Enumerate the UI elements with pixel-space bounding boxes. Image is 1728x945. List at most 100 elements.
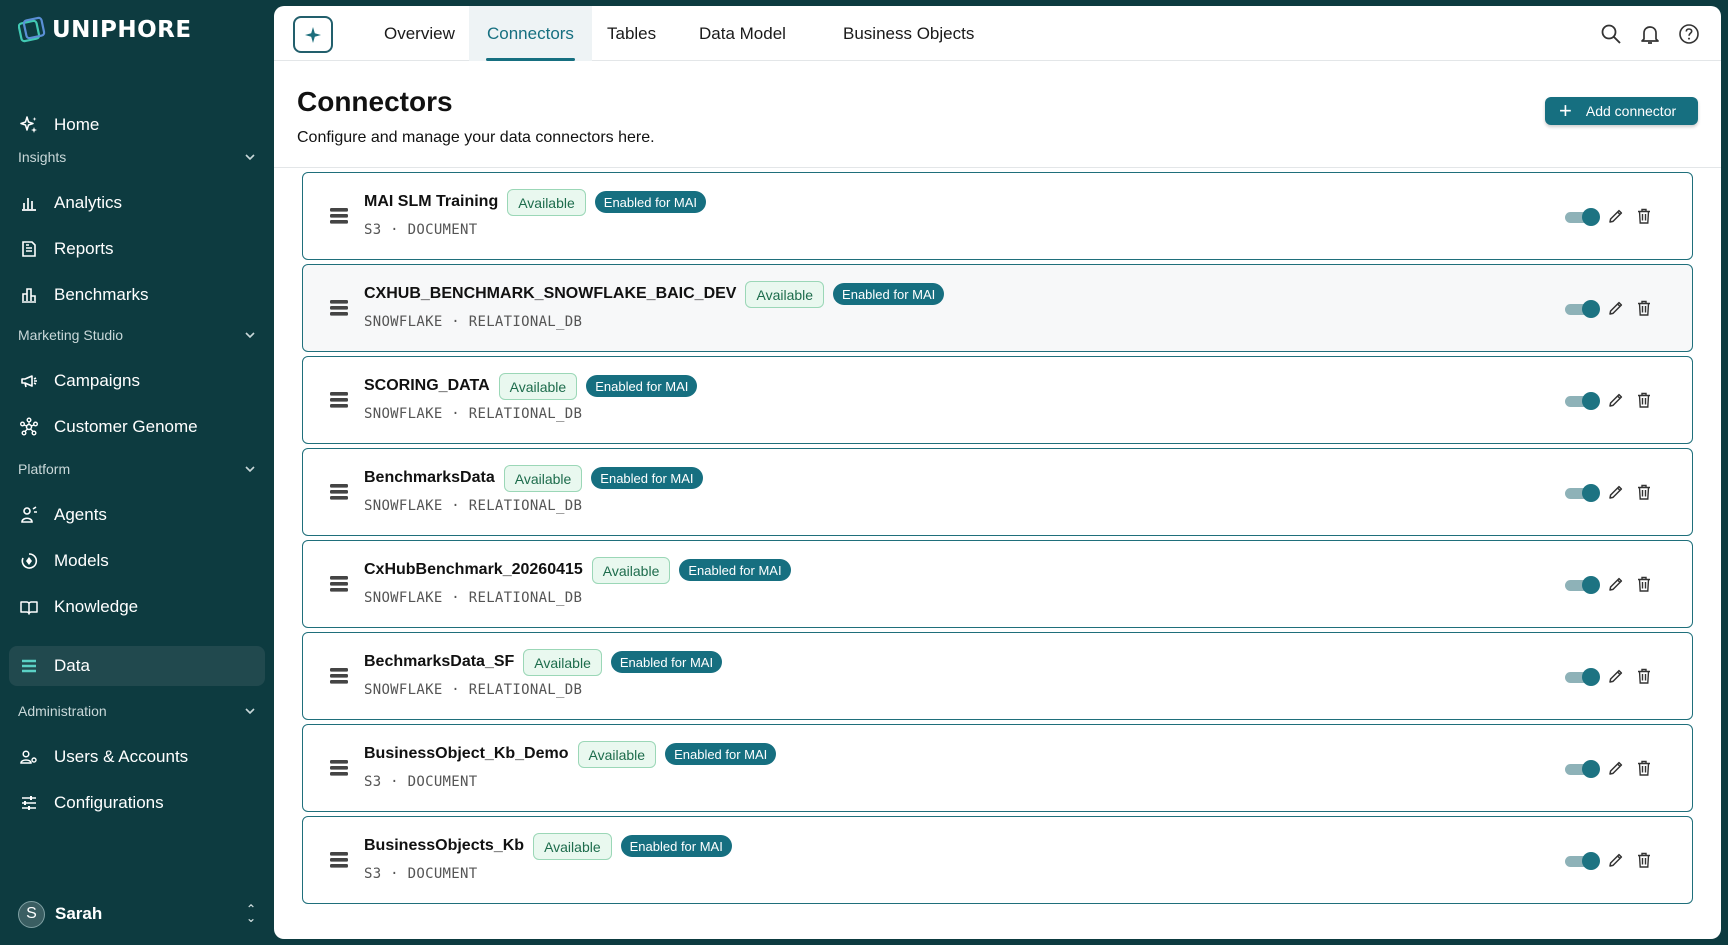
connector-card[interactable]: BusinessObject_Kb_Demo Available Enabled… — [302, 724, 1693, 812]
connector-name: SCORING_DATA — [364, 377, 490, 394]
tab-connectors[interactable]: Connectors — [469, 6, 592, 61]
connector-badges: Available Enabled for MAI — [591, 557, 791, 584]
edit-icon[interactable] — [1608, 852, 1624, 868]
edit-icon[interactable] — [1608, 668, 1624, 684]
page-header: Connectors Configure and manage your dat… — [274, 62, 1721, 168]
bell-icon[interactable] — [1638, 22, 1662, 46]
connector-meta: SNOWFLAKE · RELATIONAL_DB — [364, 406, 583, 422]
trash-icon[interactable] — [1637, 392, 1651, 408]
connector-meta: SNOWFLAKE · RELATIONAL_DB — [364, 682, 583, 698]
database-icon — [330, 484, 348, 500]
connector-badges: Available Enabled for MAI — [498, 373, 698, 400]
status-badge-available: Available — [745, 281, 825, 308]
edit-icon[interactable] — [1608, 208, 1624, 224]
button-label: Add connector — [1585, 103, 1677, 119]
connector-enable-toggle[interactable] — [1565, 760, 1600, 778]
edit-icon[interactable] — [1608, 576, 1624, 592]
megaphone-icon — [19, 371, 39, 391]
sidebar-item-models[interactable]: Models — [9, 541, 265, 581]
trash-icon[interactable] — [1637, 300, 1651, 316]
connector-card[interactable]: CxHubBenchmark_20260415 Available Enable… — [302, 540, 1693, 628]
edit-icon[interactable] — [1608, 484, 1624, 500]
sidebar-item-label: Benchmarks — [54, 285, 149, 304]
connector-card[interactable]: BenchmarksData Available Enabled for MAI… — [302, 448, 1693, 536]
connector-badges: Available Enabled for MAI — [507, 189, 706, 216]
ai-assistant-button[interactable] — [293, 16, 333, 53]
sidebar: UNIPHORE Home Insights Analytics Reports… — [0, 0, 273, 945]
sidebar-item-reports[interactable]: Reports — [9, 229, 265, 269]
edit-icon[interactable] — [1608, 760, 1624, 776]
user-menu[interactable]: S Sarah ⌃ ⌄ — [18, 900, 256, 928]
sidebar-item-customer-genome[interactable]: Customer Genome — [9, 407, 265, 447]
trash-icon[interactable] — [1637, 852, 1651, 868]
sidebar-item-benchmarks[interactable]: Benchmarks — [9, 275, 265, 315]
connector-card[interactable]: BusinessObjects_Kb Available Enabled for… — [302, 816, 1693, 904]
connector-name: BenchmarksData — [364, 469, 495, 486]
connector-enable-toggle[interactable] — [1565, 208, 1600, 226]
status-badge-available: Available — [507, 189, 586, 216]
tab-tables[interactable]: Tables — [592, 6, 671, 61]
status-badge-mai: Enabled for MAI — [833, 283, 945, 305]
trash-icon[interactable] — [1637, 484, 1651, 500]
section-marketing-studio[interactable]: Marketing Studio — [18, 323, 256, 347]
status-badge-available: Available — [577, 741, 657, 768]
connector-name: CxHubBenchmark_20260415 — [364, 561, 583, 578]
sidebar-item-home[interactable]: Home — [9, 105, 265, 145]
sidebar-item-data[interactable]: Data — [9, 646, 265, 686]
section-platform[interactable]: Platform — [18, 457, 256, 481]
sidebar-item-knowledge[interactable]: Knowledge — [9, 587, 265, 627]
connector-enable-toggle[interactable] — [1565, 300, 1600, 318]
tab-overview[interactable]: Overview — [369, 6, 470, 61]
connector-card[interactable]: CXHUB_BENCHMARK_SNOWFLAKE_BAIC_DEV Avail… — [302, 264, 1693, 352]
tab-label: Tables — [607, 23, 657, 43]
sidebar-item-analytics[interactable]: Analytics — [9, 183, 265, 223]
chevron-down-icon — [245, 332, 255, 339]
tab-label: Connectors — [487, 23, 574, 43]
section-administration[interactable]: Administration — [18, 699, 256, 723]
section-insights[interactable]: Insights — [18, 145, 256, 169]
sidebar-item-label: Analytics — [54, 193, 123, 212]
connector-card[interactable]: SCORING_DATA Available Enabled for MAI S… — [302, 356, 1693, 444]
help-icon[interactable] — [1677, 22, 1701, 46]
sidebar-item-campaigns[interactable]: Campaigns — [9, 361, 265, 401]
status-badge-mai: Enabled for MAI — [586, 375, 698, 397]
connector-card[interactable]: MAI SLM Training Available Enabled for M… — [302, 172, 1693, 260]
status-badge-available: Available — [498, 373, 578, 400]
database-list-icon — [19, 656, 39, 676]
tab-data-model[interactable]: Data Model — [684, 6, 801, 61]
sidebar-item-label: Agents — [54, 505, 107, 524]
connector-name: BusinessObjects_Kb — [364, 837, 525, 854]
database-icon — [330, 760, 348, 776]
trash-icon[interactable] — [1637, 760, 1651, 776]
main-panel: Overview Connectors Tables Data Model Bu… — [274, 6, 1721, 939]
connector-meta: SNOWFLAKE · RELATIONAL_DB — [364, 590, 583, 606]
status-badge-available: Available — [503, 465, 583, 492]
connector-enable-toggle[interactable] — [1565, 576, 1600, 594]
tab-business-objects[interactable]: Business Objects — [828, 6, 989, 61]
chevron-down-icon — [245, 466, 255, 473]
connector-card[interactable]: BechmarksData_SF Available Enabled for M… — [302, 632, 1693, 720]
connector-enable-toggle[interactable] — [1565, 484, 1600, 502]
sidebar-item-users-accounts[interactable]: Users & Accounts — [9, 737, 265, 777]
add-connector-button[interactable]: + Add connector — [1545, 97, 1698, 125]
connector-enable-toggle[interactable] — [1565, 392, 1600, 410]
sidebar-item-label: Models — [54, 551, 109, 570]
edit-icon[interactable] — [1608, 300, 1624, 316]
status-badge-mai: Enabled for MAI — [679, 559, 791, 581]
sidebar-item-configurations[interactable]: Configurations — [9, 783, 265, 823]
connector-enable-toggle[interactable] — [1565, 668, 1600, 686]
database-icon — [330, 208, 348, 224]
report-icon — [19, 239, 39, 259]
brand-logo[interactable]: UNIPHORE — [18, 14, 192, 46]
connector-name: BusinessObject_Kb_Demo — [364, 745, 569, 762]
connector-enable-toggle[interactable] — [1565, 852, 1600, 870]
trash-icon[interactable] — [1637, 576, 1651, 592]
edit-icon[interactable] — [1608, 392, 1624, 408]
search-icon[interactable] — [1599, 22, 1623, 46]
connector-badges: Available Enabled for MAI — [523, 649, 723, 676]
trash-icon[interactable] — [1637, 208, 1651, 224]
trash-icon[interactable] — [1637, 668, 1651, 684]
connector-meta: S3 · DOCUMENT — [364, 222, 478, 238]
sidebar-item-agents[interactable]: Agents — [9, 495, 265, 535]
users-icon — [19, 747, 39, 767]
